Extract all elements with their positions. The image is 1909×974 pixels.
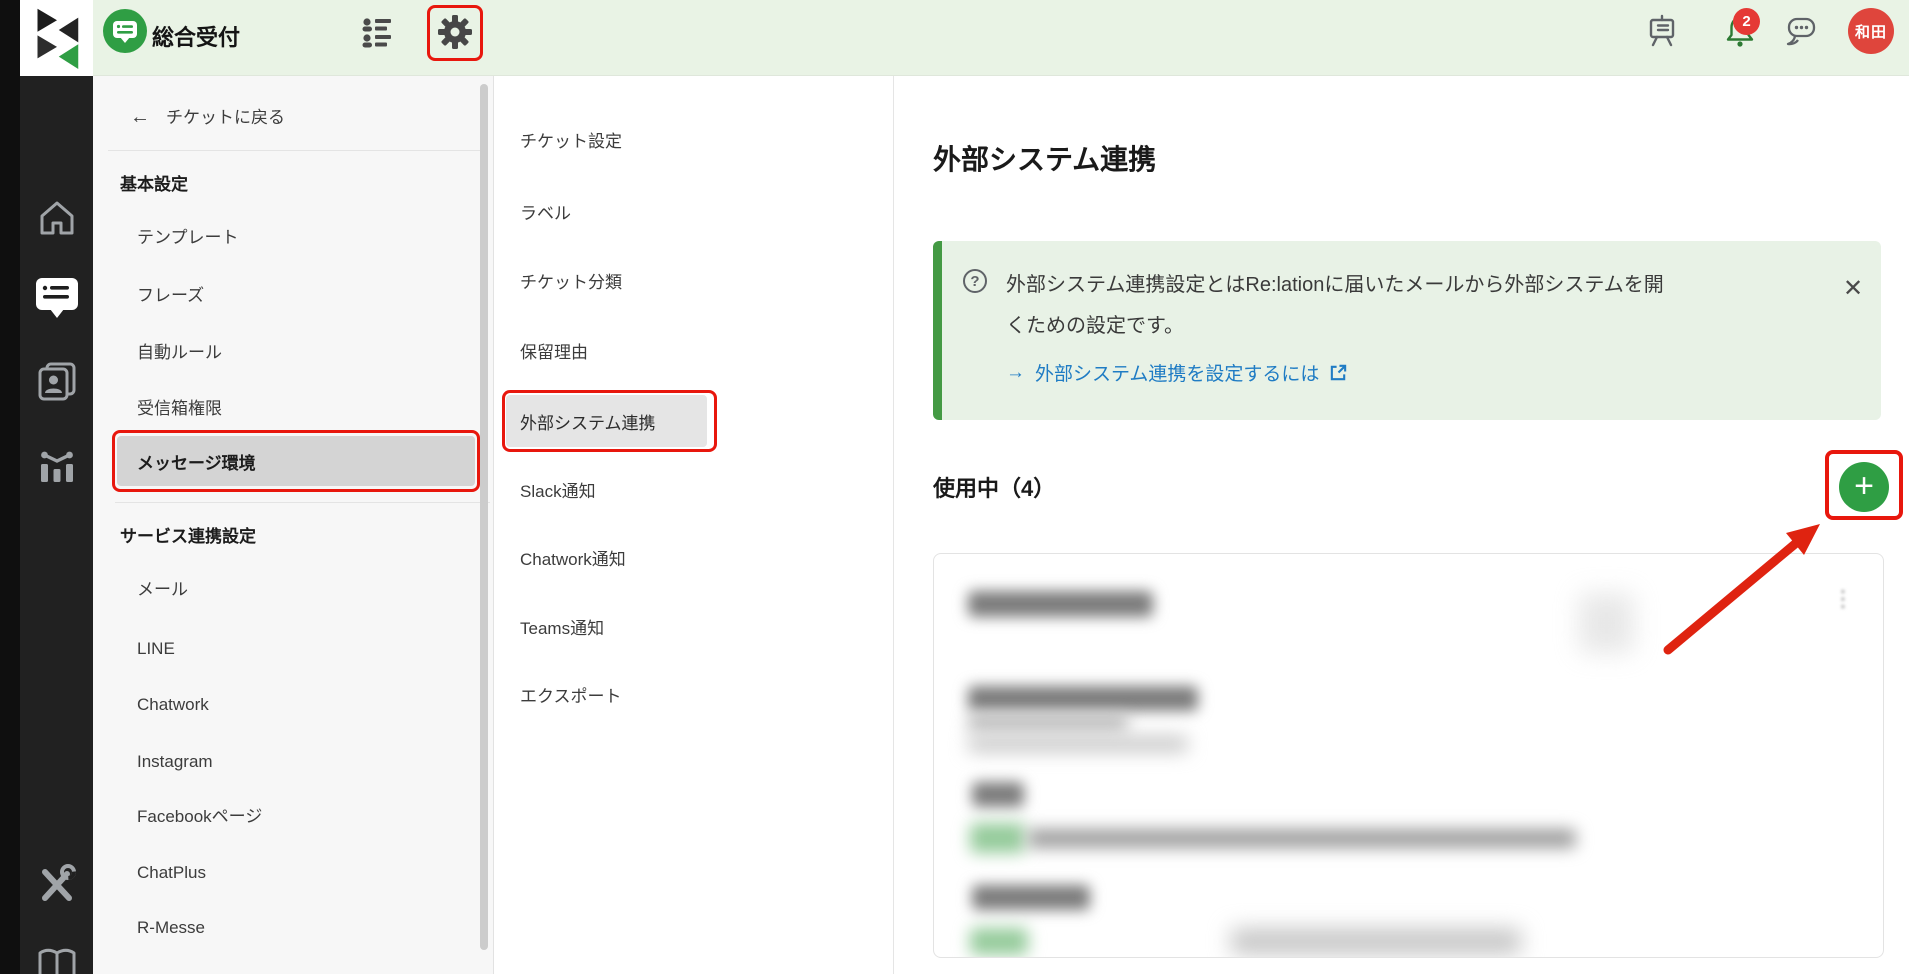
sidebar-item-instagram[interactable]: Instagram — [137, 748, 213, 776]
sidebar-item-facebook[interactable]: Facebookページ — [137, 803, 262, 831]
add-integration-button[interactable]: + — [1839, 462, 1889, 512]
info-link-row: → 外部システム連携を設定するには — [1006, 359, 1348, 386]
inbox-name: 総合受付 — [152, 0, 240, 76]
page-title: 外部システム連携 — [933, 138, 1156, 178]
link-arrow: → — [1006, 362, 1025, 384]
sidebar-item-message-env-selected[interactable]: メッセージ環境 — [117, 436, 475, 486]
subnav-item-label[interactable]: ラベル — [520, 200, 571, 228]
tickets-icon-active[interactable] — [33, 274, 81, 320]
notification-badge: 2 — [1733, 8, 1760, 35]
sidebar-item-chatplus[interactable]: ChatPlus — [137, 859, 206, 887]
info-text-line2: くための設定です。 — [1006, 309, 1184, 338]
divider — [108, 150, 488, 151]
subnav-item-hold-reason[interactable]: 保留理由 — [520, 339, 588, 367]
close-icon[interactable]: ✕ — [1838, 273, 1868, 303]
book-icon[interactable] — [35, 944, 79, 974]
blurred-green-badge — [970, 928, 1028, 955]
contacts-icon[interactable] — [35, 359, 79, 403]
blurred-field-value — [968, 736, 1188, 752]
selected-subnav-label: 外部システム連携 — [520, 409, 656, 434]
blurred-url-text — [1028, 829, 1576, 848]
sidebar-item-autorule[interactable]: 自動ルール — [137, 339, 222, 367]
main-content: 外部システム連携 ? 外部システム連携設定とはRe:lationに届いたメールか… — [895, 76, 1909, 974]
avatar[interactable]: 和田 — [1848, 8, 1894, 54]
tools-icon[interactable] — [35, 862, 79, 906]
back-label: チケットに戻る — [166, 108, 285, 127]
setup-external-system-link[interactable]: 外部システム連携を設定するには — [1035, 359, 1319, 386]
divider — [115, 502, 490, 503]
section-header-basic: 基本設定 — [120, 171, 188, 199]
blurred-card-title — [968, 591, 1153, 617]
chat-bubbles-icon[interactable] — [1783, 15, 1819, 49]
integration-card: ⋮ — [933, 553, 1884, 958]
home-icon[interactable] — [35, 196, 79, 240]
subnav-item-ticket-class[interactable]: チケット分類 — [520, 269, 622, 297]
in-use-heading: 使用中（4） — [933, 471, 1055, 503]
back-to-tickets[interactable]: ← チケットに戻る — [130, 103, 285, 131]
blurred-field-label — [972, 885, 1090, 910]
subnav-item-external-system-selected[interactable]: 外部システム連携 — [506, 395, 707, 447]
section-header-services: サービス連携設定 — [120, 523, 256, 551]
app-logo[interactable] — [20, 0, 93, 76]
sidebar-item-chatwork[interactable]: Chatwork — [137, 691, 209, 719]
relation-logo-icon — [28, 7, 86, 69]
back-arrow-icon: ← — [130, 106, 150, 128]
info-banner: ? 外部システム連携設定とはRe:lationに届いたメールから外部システムを開… — [933, 241, 1881, 420]
inbox-list-icon[interactable] — [361, 15, 393, 49]
blurred-field-label — [968, 686, 1198, 711]
subnav-item-export[interactable]: エクスポート — [520, 683, 622, 711]
subnav-item-chatwork[interactable]: Chatwork通知 — [520, 546, 626, 574]
announcement-icon[interactable] — [1646, 14, 1678, 48]
inbox-chat-icon — [103, 9, 147, 53]
ticket-settings-subnav: チケット設定 ラベル チケット分類 保留理由 外部システム連携 Slack通知 … — [494, 76, 894, 974]
inbox-icon[interactable] — [103, 9, 147, 53]
subnav-item-ticket-settings[interactable]: チケット設定 — [520, 128, 622, 156]
external-link-icon — [1329, 363, 1348, 382]
left-rail: ? — [20, 76, 93, 974]
sidebar-item-rmesse[interactable]: R-Messe — [137, 914, 205, 942]
subnav-item-slack[interactable]: Slack通知 — [520, 478, 596, 506]
sidebar-item-phrase[interactable]: フレーズ — [137, 282, 204, 310]
sidebar-item-template[interactable]: テンプレート — [137, 224, 239, 252]
blurred-green-badge — [970, 823, 1025, 853]
gear-icon[interactable] — [437, 14, 473, 50]
sidebar-item-inboxperm[interactable]: 受信箱権限 — [137, 395, 222, 423]
blurred-field-value — [968, 715, 1128, 731]
sidebar-item-mail[interactable]: メール — [137, 576, 188, 604]
window-edge — [0, 0, 20, 974]
help-circle-icon: ? — [963, 269, 987, 293]
settings-sidebar: ← チケットに戻る 基本設定 テンプレート フレーズ 自動ルール 受信箱権限 メッ… — [93, 76, 494, 974]
sidebar-item-line[interactable]: LINE — [137, 635, 175, 663]
blurred-footer-text — [1231, 929, 1521, 954]
subnav-item-teams[interactable]: Teams通知 — [520, 615, 604, 643]
selected-item-label: メッセージ環境 — [137, 449, 256, 474]
more-menu-icon[interactable]: ⋮ — [1832, 586, 1854, 612]
info-text-line1: 外部システム連携設定とはRe:lationに届いたメールから外部システムを開 — [1006, 268, 1664, 297]
topbar: 総合受付 — [0, 0, 1909, 76]
blurred-element — [1579, 593, 1634, 653]
scrollbar[interactable] — [480, 84, 488, 950]
analytics-icon[interactable] — [35, 442, 79, 486]
blurred-field-label — [972, 782, 1024, 807]
